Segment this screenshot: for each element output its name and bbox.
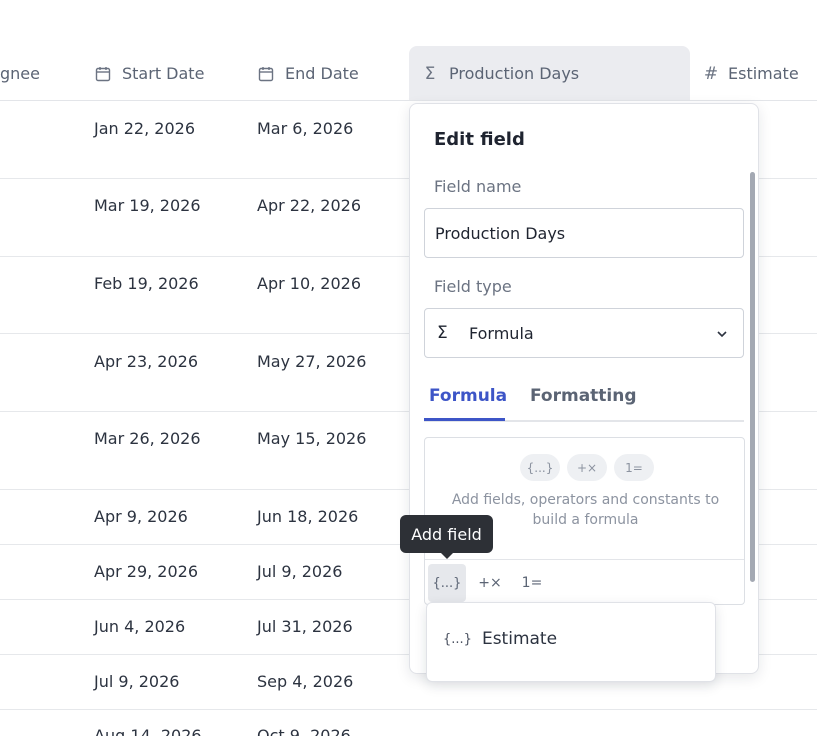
column-header-end-date[interactable]: End Date	[257, 46, 359, 101]
column-header-assignee[interactable]: gnee	[0, 46, 40, 101]
table-cell-end-date[interactable]: Sep 4, 2026	[257, 672, 353, 691]
table-cell-start-date[interactable]: Jul 9, 2026	[94, 672, 179, 691]
dropdown-item-estimate[interactable]: {...} Estimate	[443, 629, 557, 649]
panel-title: Edit field	[434, 129, 525, 150]
add-field-button[interactable]: {...}	[428, 564, 466, 602]
table-cell-end-date[interactable]: Jul 9, 2026	[257, 562, 342, 581]
tooltip-arrow	[440, 552, 454, 559]
table-cell-start-date[interactable]: Aug 14, 2026	[94, 726, 202, 736]
add-operator-button[interactable]: +×	[471, 564, 509, 602]
column-header-production-days[interactable]: Σ Production Days	[409, 46, 690, 101]
table-cell-end-date[interactable]: Apr 22, 2026	[257, 196, 361, 215]
table-cell-end-date[interactable]: Jun 18, 2026	[257, 507, 358, 526]
table-cell-start-date[interactable]: Jan 22, 2026	[94, 119, 195, 138]
formula-toolbar: {...} +× 1=	[425, 559, 744, 605]
table-cell-end-date[interactable]: May 15, 2026	[257, 429, 366, 448]
field-name-input[interactable]	[424, 208, 744, 258]
constant-list-icon: 1=	[614, 454, 654, 481]
table-cell-start-date[interactable]: Feb 19, 2026	[94, 274, 199, 293]
tab-formatting[interactable]: Formatting	[530, 386, 637, 406]
column-header-label: gnee	[0, 64, 40, 83]
operator-icon: +×	[567, 454, 607, 481]
column-header-label: End Date	[285, 64, 359, 83]
add-field-dropdown: {...} Estimate	[426, 602, 716, 682]
active-tab-indicator	[424, 418, 505, 421]
table-cell-start-date[interactable]: Mar 26, 2026	[94, 429, 201, 448]
table-cell-start-date[interactable]: Apr 29, 2026	[94, 562, 198, 581]
sigma-icon: Σ	[437, 323, 448, 343]
calendar-icon	[257, 65, 275, 83]
table-cell-start-date[interactable]: Apr 9, 2026	[94, 507, 188, 526]
dropdown-item-label: Estimate	[481, 629, 558, 649]
field-braces-icon: {...}	[432, 575, 462, 591]
panel-scrollbar[interactable]	[750, 172, 755, 582]
constant-list-icon: 1=	[521, 575, 543, 591]
add-field-tooltip: Add field	[400, 515, 493, 553]
column-header-estimate[interactable]: # Estimate	[702, 46, 799, 101]
operator-icon: +×	[478, 575, 502, 591]
column-header-start-date[interactable]: Start Date	[94, 46, 204, 101]
column-header-label: Estimate	[728, 64, 799, 83]
table-cell-start-date[interactable]: Jun 4, 2026	[94, 617, 185, 636]
column-header-label: Production Days	[449, 64, 580, 83]
table-cell-end-date[interactable]: Mar 6, 2026	[257, 119, 353, 138]
panel-tabs: Formula Formatting	[424, 378, 744, 422]
table-cell-start-date[interactable]: Apr 23, 2026	[94, 352, 198, 371]
table-cell-end-date[interactable]: Apr 10, 2026	[257, 274, 361, 293]
tab-formula[interactable]: Formula	[429, 386, 507, 406]
chevron-down-icon	[715, 326, 729, 340]
field-type-value: Formula	[469, 323, 534, 343]
table-cell-end-date[interactable]: Oct 9, 2026	[257, 726, 351, 736]
edit-field-panel: Edit field Field name Field type Σ Formu…	[409, 103, 759, 674]
table-cell-start-date[interactable]: Mar 19, 2026	[94, 196, 201, 215]
add-constant-button[interactable]: 1=	[513, 564, 551, 602]
field-type-select[interactable]: Σ Formula	[424, 308, 744, 358]
field-type-label: Field type	[434, 277, 512, 296]
field-braces-icon: {...}	[443, 631, 472, 647]
sigma-icon: Σ	[424, 63, 436, 84]
calendar-icon	[94, 65, 112, 83]
formula-chip-row: {...} +× 1=	[520, 454, 654, 481]
table-cell-end-date[interactable]: May 27, 2026	[257, 352, 366, 371]
table-cell-end-date[interactable]: Jul 31, 2026	[257, 617, 353, 636]
field-name-label: Field name	[434, 177, 522, 196]
header-divider	[0, 100, 817, 101]
hash-icon: #	[703, 63, 719, 84]
field-braces-icon: {...}	[520, 454, 560, 481]
column-header-label: Start Date	[122, 64, 205, 83]
row-divider	[0, 709, 817, 710]
